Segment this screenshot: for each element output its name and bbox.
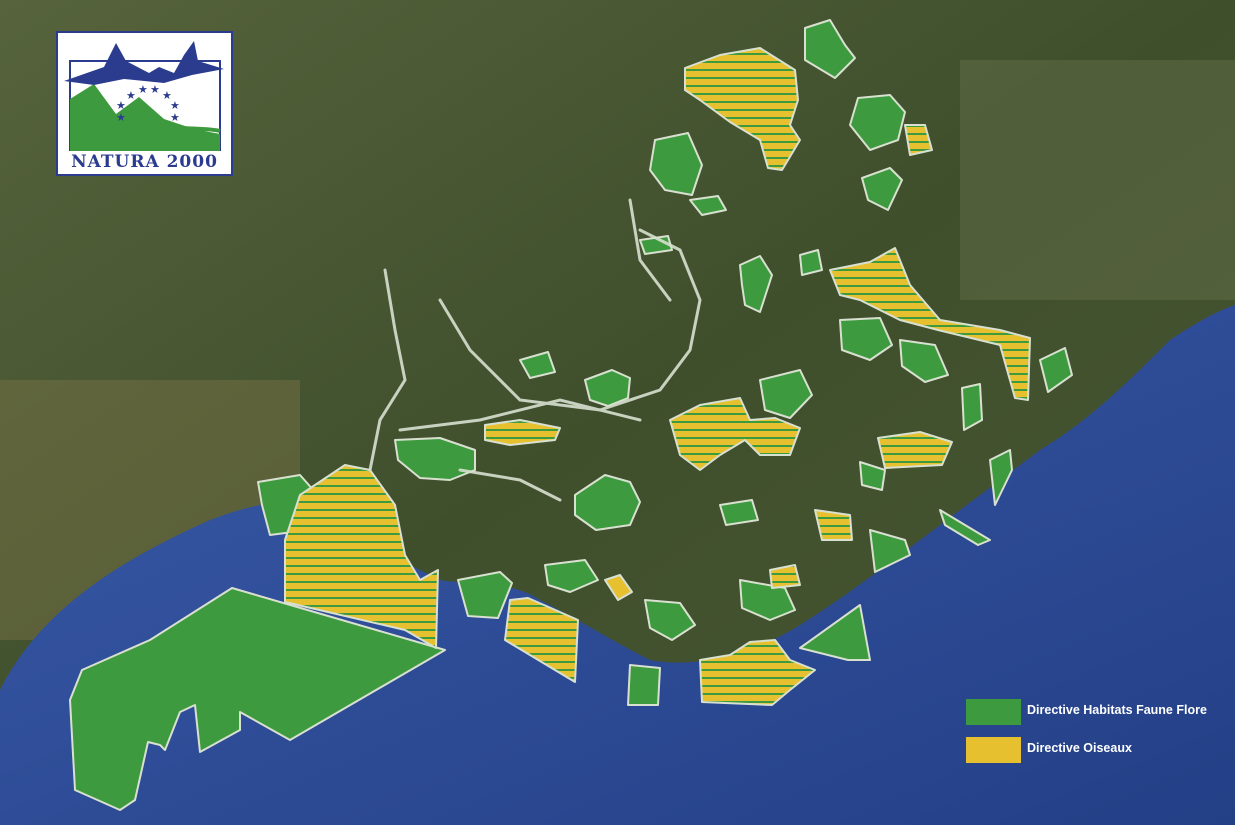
logo-text: NATURA 2000: [71, 152, 218, 172]
svg-text:★: ★: [138, 83, 148, 96]
legend-label-oiseaux: Directive Oiseaux: [1027, 741, 1132, 755]
legend-label-habitats: Directive Habitats Faune Flore: [1027, 703, 1207, 717]
legend-swatch-habitats: [966, 699, 1021, 725]
legend-item-habitats: Directive Habitats Faune Flore: [966, 699, 1235, 725]
natura2000-logo-icon: ★ ★ ★ ★ ★ ★ ★ ★: [64, 41, 224, 151]
natura2000-logo: ★ ★ ★ ★ ★ ★ ★ ★ NATURA 2000: [56, 31, 233, 176]
svg-text:★: ★: [150, 83, 160, 96]
svg-text:★: ★: [170, 111, 180, 124]
map-legend: Directive Habitats Faune Flore Directive…: [966, 699, 1235, 775]
svg-text:★: ★: [116, 111, 126, 124]
legend-item-oiseaux: Directive Oiseaux: [966, 737, 1235, 763]
svg-text:★: ★: [126, 89, 136, 102]
natura2000-map: ★ ★ ★ ★ ★ ★ ★ ★ NATURA 2000 Directive Ha…: [0, 0, 1235, 825]
legend-swatch-oiseaux: [966, 737, 1021, 763]
